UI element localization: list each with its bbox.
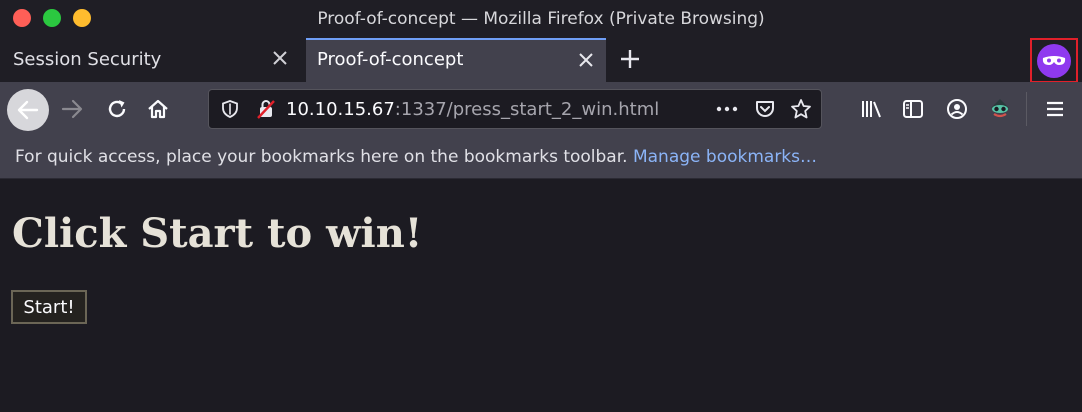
new-tab-plus-icon[interactable]: [617, 44, 643, 74]
bookmark-star-icon[interactable]: [786, 94, 816, 124]
home-icon[interactable]: [143, 94, 173, 124]
private-browsing-indicator: [1030, 38, 1078, 83]
extension-icon[interactable]: [985, 93, 1015, 123]
pocket-icon[interactable]: [750, 94, 780, 124]
tab-proof-of-concept[interactable]: Proof-of-concept: [306, 38, 606, 82]
start-button[interactable]: Start!: [11, 290, 87, 324]
page-heading: Click Start to win!: [12, 210, 423, 257]
navigation-toolbar: 10.10.15.67:1337/press_start_2_win.html: [0, 82, 1082, 136]
url-text: 10.10.15.67:1337/press_start_2_win.html: [286, 99, 659, 120]
forward-icon[interactable]: [57, 94, 87, 124]
more-icon[interactable]: [712, 94, 742, 124]
tab-label: Session Security: [13, 49, 162, 70]
url-host: 10.10.15.67: [286, 99, 395, 120]
reload-icon[interactable]: [102, 94, 132, 124]
toolbar-separator: [1026, 92, 1027, 126]
window-title: Proof-of-concept — Mozilla Firefox (Priv…: [317, 9, 765, 29]
tab-strip: Session Security Proof-of-concept: [0, 38, 1082, 83]
shield-icon[interactable]: [215, 94, 245, 124]
account-icon[interactable]: [942, 94, 972, 124]
close-icon[interactable]: [576, 50, 596, 70]
insecure-lock-icon[interactable]: [251, 94, 281, 124]
tab-session-security[interactable]: Session Security: [0, 38, 300, 82]
url-bar[interactable]: 10.10.15.67:1337/press_start_2_win.html: [208, 89, 822, 129]
private-mask-icon: [1037, 43, 1071, 78]
menu-icon[interactable]: [1040, 94, 1070, 124]
close-icon[interactable]: [270, 48, 290, 68]
sidebar-icon[interactable]: [898, 94, 928, 124]
bookmarks-toolbar: For quick access, place your bookmarks h…: [0, 136, 1082, 179]
tab-label: Proof-of-concept: [317, 49, 464, 70]
bookmarks-hint-text: For quick access, place your bookmarks h…: [15, 147, 633, 167]
manage-bookmarks-link[interactable]: Manage bookmarks…: [633, 147, 817, 167]
bookmarks-hint: For quick access, place your bookmarks h…: [15, 147, 817, 167]
back-icon[interactable]: [7, 89, 49, 131]
page-content: Click Start to win! Start!: [0, 180, 1082, 412]
title-bar: Proof-of-concept — Mozilla Firefox (Priv…: [0, 0, 1082, 38]
url-path: :1337/press_start_2_win.html: [394, 99, 660, 120]
library-icon[interactable]: [857, 94, 887, 124]
